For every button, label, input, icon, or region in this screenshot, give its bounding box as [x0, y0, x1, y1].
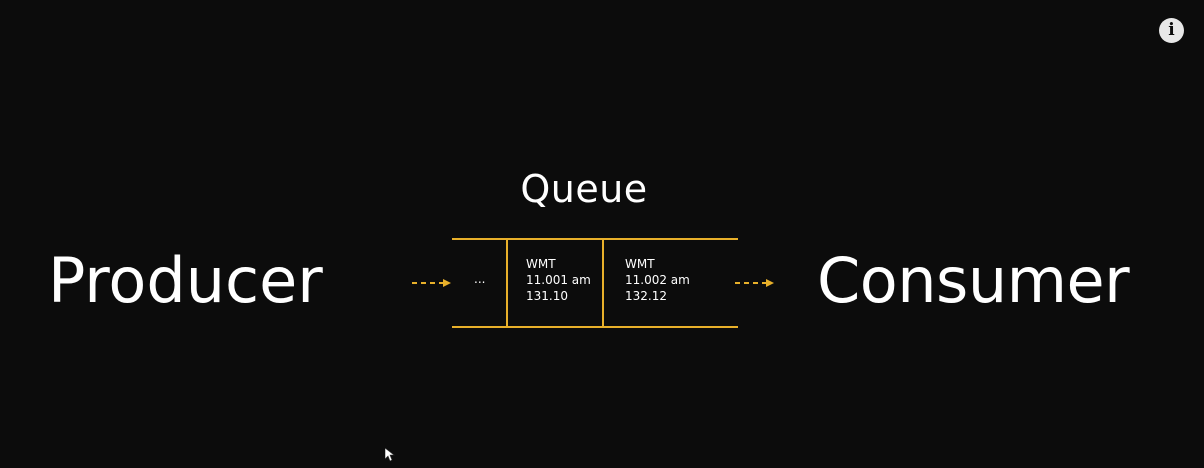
message-price: 132.12	[625, 289, 667, 303]
queue-divider	[506, 240, 508, 326]
mouse-cursor-icon	[385, 448, 395, 462]
queue-message: WMT 11.002 am 132.12	[625, 256, 690, 304]
message-time: 11.001 am	[526, 273, 591, 287]
producer-label: Producer	[48, 244, 323, 317]
message-symbol: WMT	[625, 257, 655, 271]
queue-ellipsis: ...	[474, 272, 486, 286]
dashed-arrow-right-icon	[412, 279, 451, 287]
message-price: 131.10	[526, 289, 568, 303]
dashed-arrow-right-icon	[735, 279, 774, 287]
message-time: 11.002 am	[625, 273, 690, 287]
queue-message: WMT 11.001 am 131.10	[526, 256, 591, 304]
message-symbol: WMT	[526, 257, 556, 271]
queue-divider	[602, 240, 604, 326]
queue-title: Queue	[520, 167, 648, 211]
consumer-label: Consumer	[817, 244, 1130, 317]
info-icon[interactable]: i	[1159, 18, 1184, 43]
queue-box: ... WMT 11.001 am 131.10 WMT 11.002 am 1…	[452, 238, 738, 328]
